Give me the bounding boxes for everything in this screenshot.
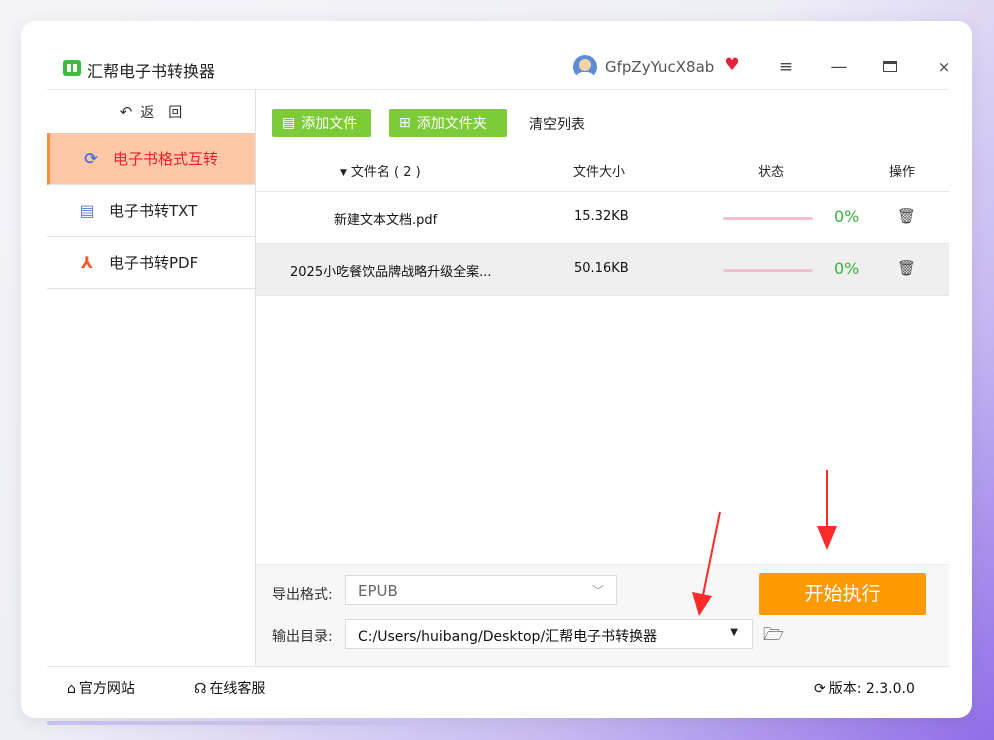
toolbar: ▤ 添加文件 ⊞ 添加文件夹 清空列表	[256, 90, 949, 147]
username[interactable]: GfpZyYucX8ab	[605, 58, 714, 76]
sidebar-item-to-txt[interactable]: ▤ 电子书转TXT	[47, 185, 255, 237]
file-size: 50.16KB	[574, 261, 629, 276]
col-header-name[interactable]: ▼ 文件名 ( 2 )	[340, 161, 421, 180]
table-row[interactable]: 2025小吃餐饮品牌战略升级全案... 50.16KB 0% 🗑	[256, 244, 949, 296]
progress-bar	[723, 217, 813, 220]
annotation-arrow-left	[692, 511, 721, 616]
sidebar: ↶ 返 回 ⟳ 电子书格式互转 ▤ 电子书转TXT ⅄ 电子书转PDF	[47, 89, 256, 667]
trash-icon[interactable]: 🗑	[897, 259, 916, 277]
status-bar: ⌂ 官方网站 ☊ 在线客服 ⟳ 版本: 2.3.0.0	[47, 666, 949, 707]
add-folder-label: 添加文件夹	[416, 116, 487, 132]
title-bar: 汇帮电子书转换器 GfpZyYucX8ab ♥ ≡ — ×	[47, 45, 950, 89]
add-file-label: 添加文件	[301, 116, 358, 132]
refresh-icon: ⟳	[814, 681, 826, 697]
txt-file-icon: ▤	[79, 201, 95, 220]
sidebar-item-to-pdf[interactable]: ⅄ 电子书转PDF	[47, 237, 255, 289]
close-icon[interactable]: ×	[931, 55, 957, 79]
col-header-status: 状态	[758, 165, 785, 180]
progress-bar	[723, 269, 813, 272]
maximize-icon[interactable]	[878, 55, 904, 79]
start-button[interactable]: 开始执行	[759, 573, 926, 615]
file-name: 新建文本文档.pdf	[334, 213, 438, 228]
user-avatar[interactable]	[573, 55, 597, 79]
decorative-line	[47, 721, 410, 725]
minimize-icon[interactable]: —	[826, 55, 852, 79]
back-arrow-icon: ↶	[119, 102, 133, 121]
back-label: 返 回	[140, 104, 183, 121]
main-panel: ▤ 添加文件 ⊞ 添加文件夹 清空列表 ▼ 文件名 ( 2 ) 文件大小 状态 操…	[256, 89, 949, 668]
folder-plus-icon: ⊞	[399, 115, 411, 131]
dir-value: C:/Users/huibang/Desktop/汇帮电子书转换器	[358, 629, 658, 645]
add-file-button[interactable]: ▤ 添加文件	[272, 109, 371, 137]
annotation-arrow-right	[817, 470, 837, 550]
file-size: 15.32KB	[574, 209, 629, 224]
col-header-op: 操作	[889, 165, 916, 180]
format-select[interactable]: EPUB ﹀	[345, 575, 617, 605]
pdf-icon: ⅄	[80, 253, 94, 272]
version-info: ⟳ 版本: 2.3.0.0	[814, 681, 915, 697]
menu-icon[interactable]: ≡	[773, 55, 799, 79]
output-dir-input[interactable]: C:/Users/huibang/Desktop/汇帮电子书转换器 ▼	[345, 619, 753, 649]
add-folder-button[interactable]: ⊞ 添加文件夹	[389, 109, 507, 137]
file-list-icon: ▤	[282, 115, 296, 131]
app-logo-icon	[63, 60, 81, 76]
online-service-link[interactable]: ☊ 在线客服	[194, 678, 265, 698]
refresh-icon: ⟳	[84, 149, 98, 168]
sidebar-item-label: 电子书转TXT	[109, 202, 198, 220]
chevron-down-icon: ﹀	[591, 584, 604, 598]
home-icon: ⌂	[67, 681, 76, 697]
dropdown-arrow-icon[interactable]: ▼	[730, 627, 738, 638]
format-label: 导出格式:	[272, 587, 333, 603]
progress-percent: 0%	[834, 259, 860, 278]
format-value: EPUB	[358, 582, 398, 600]
headset-icon: ☊	[194, 681, 207, 697]
sort-down-icon: ▼	[340, 167, 347, 178]
official-site-link[interactable]: ⌂ 官方网站	[67, 678, 135, 698]
col-header-size: 文件大小	[573, 165, 626, 180]
sidebar-item-label: 电子书格式互转	[113, 150, 219, 168]
app-title: 汇帮电子书转换器	[87, 62, 216, 81]
table-header: ▼ 文件名 ( 2 ) 文件大小 状态 操作	[256, 147, 949, 192]
output-settings: 导出格式: EPUB ﹀ 输出目录: C:/Users/huibang/Desk…	[256, 564, 949, 668]
sidebar-item-label: 电子书转PDF	[109, 254, 199, 272]
window-content: 汇帮电子书转换器 GfpZyYucX8ab ♥ ≡ — × ↶ 返 回 ⟳ 电子…	[47, 45, 950, 715]
table-row[interactable]: 新建文本文档.pdf 15.32KB 0% 🗑	[256, 192, 949, 244]
trash-icon[interactable]: 🗑	[897, 207, 916, 225]
progress-percent: 0%	[834, 207, 860, 226]
app-window: 汇帮电子书转换器 GfpZyYucX8ab ♥ ≡ — × ↶ 返 回 ⟳ 电子…	[21, 21, 972, 718]
folder-open-icon[interactable]: 🗁	[763, 622, 784, 651]
vip-heart-icon[interactable]: ♥	[723, 56, 741, 74]
file-name: 2025小吃餐饮品牌战略升级全案...	[290, 265, 492, 280]
back-button[interactable]: ↶ 返 回	[47, 90, 255, 133]
dir-label: 输出目录:	[272, 629, 333, 645]
clear-list-button[interactable]: 清空列表	[529, 114, 585, 134]
sidebar-item-format-convert[interactable]: ⟳ 电子书格式互转	[47, 133, 255, 185]
